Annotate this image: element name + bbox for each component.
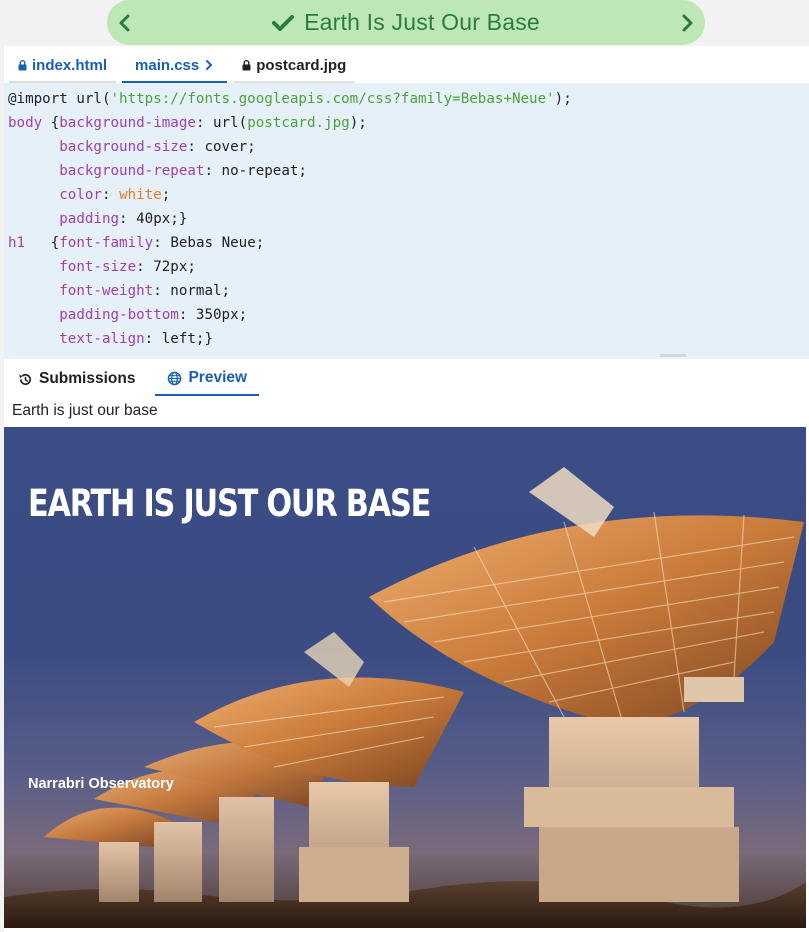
code-token: : 40px;} — [119, 211, 188, 227]
code-line[interactable]: body {background-image: url(postcard.jpg… — [8, 111, 809, 135]
code-line[interactable]: font-size: 72px; — [8, 255, 809, 279]
code-editor[interactable]: @import url('https://fonts.googleapis.co… — [4, 83, 809, 357]
code-token: : cover; — [187, 139, 256, 155]
tab-label: main.css — [135, 56, 200, 74]
code-token: @import url( — [8, 91, 111, 107]
code-token: background-image — [59, 115, 196, 131]
lock-icon — [18, 59, 27, 70]
code-token: : — [101, 187, 120, 203]
code-token: : Bebas Neue; — [153, 235, 265, 251]
previous-exercise-button[interactable] — [111, 9, 139, 37]
code-line[interactable]: h1 {font-family: Bebas Neue; — [8, 231, 809, 255]
code-line[interactable]: padding: 40px;} — [8, 207, 809, 231]
code-token: postcard.jpg — [247, 115, 350, 131]
file-tabs: index.html main.css postcard.jpg — [4, 46, 809, 83]
code-token: { — [42, 115, 60, 131]
code-line[interactable]: padding-bottom: 350px; — [8, 303, 809, 327]
code-token: ); — [554, 91, 572, 107]
chevron-left-icon — [119, 14, 130, 32]
preview-page-title: Earth is just our base — [12, 402, 158, 419]
next-exercise-button[interactable] — [673, 9, 701, 37]
code-token: 'https://fonts.googleapis.com/css?family… — [110, 91, 555, 107]
code-token: ); — [349, 115, 367, 131]
code-line[interactable]: font-weight: normal; — [8, 279, 809, 303]
exercise-title: Earth Is Just Our Base — [272, 9, 540, 36]
chevron-right-icon — [682, 14, 693, 32]
code-token: text-align — [59, 331, 145, 347]
code-token: font-family — [59, 235, 154, 251]
code-token: h1 — [8, 235, 26, 251]
code-token: font-weight — [59, 283, 154, 299]
lock-icon — [242, 59, 251, 70]
postcard-heading: EARTH IS JUST OUR BASE — [28, 482, 431, 525]
exercise-title-bar: Earth Is Just Our Base — [107, 0, 705, 45]
code-token: ; — [161, 187, 171, 203]
globe-icon — [168, 371, 182, 385]
postcard-image: EARTH IS JUST OUR BASE Narrabri Observat… — [4, 427, 806, 928]
code-token: : 350px; — [178, 307, 248, 323]
postcard-caption: Narrabri Observatory — [28, 776, 174, 792]
editor-scrollbar[interactable] — [660, 354, 686, 357]
code-line[interactable]: color: white; — [8, 183, 809, 207]
code-token: padding-bottom — [59, 307, 179, 323]
tab-label: index.html — [32, 56, 108, 74]
tab-submissions[interactable]: Submissions — [10, 362, 143, 396]
tab-label: postcard.jpg — [256, 56, 347, 74]
code-token: background-size — [59, 139, 188, 155]
code-token: color — [59, 187, 102, 203]
code-line[interactable]: background-repeat: no-repeat; — [8, 159, 809, 183]
tab-label: Submissions — [39, 370, 136, 387]
code-line[interactable]: background-size: cover; — [8, 135, 809, 159]
tab-main-css[interactable]: main.css — [122, 49, 228, 83]
code-token: font-size — [59, 259, 137, 275]
code-token: : normal; — [153, 283, 231, 299]
chevron-right-icon — [206, 60, 213, 70]
code-token: : left;} — [144, 331, 214, 347]
code-token: body — [8, 115, 43, 131]
code-token: { — [25, 235, 60, 251]
code-token: white — [119, 187, 162, 203]
tab-postcard-jpg[interactable]: postcard.jpg — [233, 49, 356, 83]
code-token: : no-repeat; — [204, 163, 307, 179]
code-token: : url( — [195, 115, 248, 131]
check-icon — [272, 14, 295, 31]
history-icon — [19, 373, 31, 385]
tab-index-html[interactable]: index.html — [9, 49, 117, 83]
code-token: background-repeat — [59, 163, 205, 179]
preview-pane: Earth is just our base EARTH IS JUST OUR… — [4, 396, 809, 932]
exercise-title-text: Earth Is Just Our Base — [304, 9, 540, 35]
code-line[interactable]: @import url('https://fonts.googleapis.co… — [8, 87, 809, 111]
tab-preview[interactable]: Preview — [155, 362, 260, 396]
code-line[interactable]: text-align: left;} — [8, 327, 809, 351]
code-token: padding — [59, 211, 120, 227]
code-token: : 72px; — [136, 259, 196, 275]
output-tabs: Submissions Preview — [4, 359, 809, 396]
tab-label: Preview — [188, 369, 248, 386]
